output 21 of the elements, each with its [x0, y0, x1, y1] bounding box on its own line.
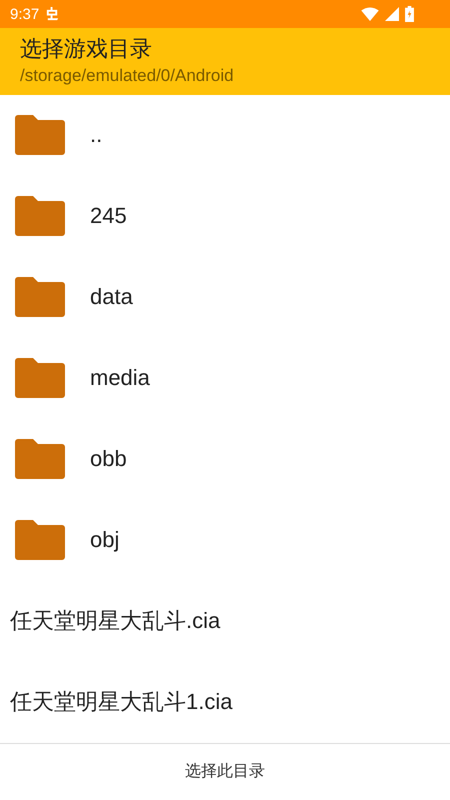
battery-icon	[405, 6, 414, 22]
folder-icon	[15, 277, 65, 318]
folder-icon	[15, 358, 65, 398]
wifi-icon	[361, 7, 379, 22]
folder-icon	[15, 439, 65, 480]
select-directory-button[interactable]: 选择此目录	[173, 753, 277, 790]
file-item[interactable]: 任天堂明星大乱斗.cia	[0, 580, 450, 662]
folder-icon	[15, 115, 65, 156]
folder-item[interactable]: media	[0, 338, 450, 419]
folder-item[interactable]: 245	[0, 176, 450, 257]
file-item[interactable]: 任天堂明星大乱斗1.cia	[0, 662, 450, 743]
folder-icon	[15, 520, 65, 560]
folder-icon	[15, 196, 65, 236]
signal-icon	[385, 7, 399, 22]
folder-item[interactable]: ..	[0, 94, 450, 176]
directory-path: /storage/emulated/0/Android	[20, 65, 235, 88]
status-time: 9:37	[10, 6, 40, 23]
folder-item[interactable]: obj	[0, 500, 450, 581]
folder-item[interactable]: obb	[0, 418, 450, 500]
folder-item[interactable]: data	[0, 256, 450, 338]
title: 选择游戏目录	[20, 36, 153, 64]
